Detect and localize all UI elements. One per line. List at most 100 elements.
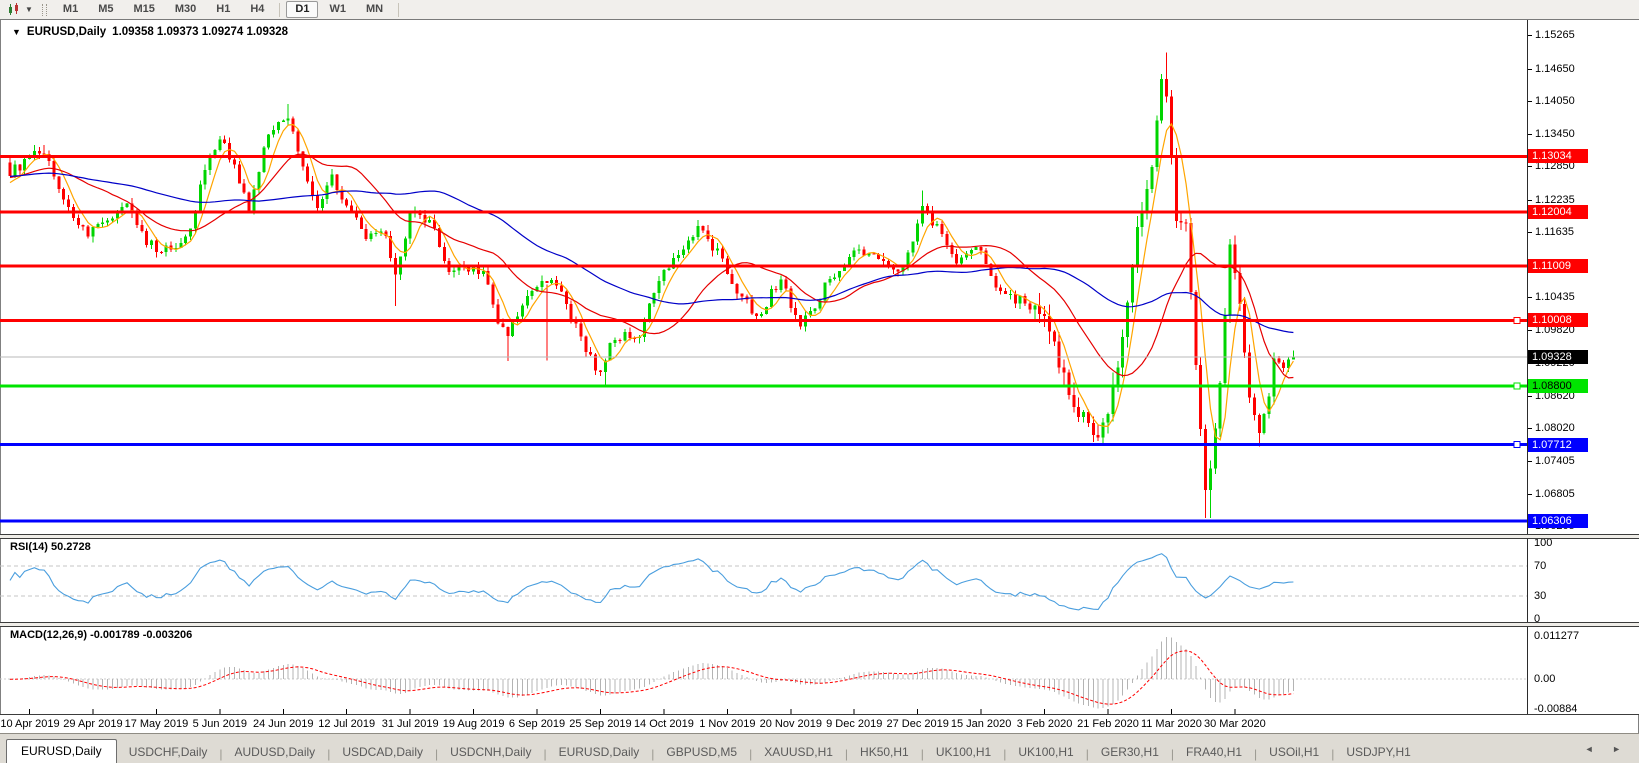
candle-body — [1053, 332, 1056, 342]
price-line-label[interactable]: 1.10008 — [1528, 313, 1588, 327]
candle-body — [194, 211, 197, 228]
candle-body — [13, 165, 16, 176]
candle-body — [780, 280, 783, 291]
candle-body — [599, 371, 602, 373]
candle-body — [1253, 398, 1256, 415]
panel-separator-rsi-macd[interactable] — [0, 622, 1639, 627]
timeframe-button-w1[interactable]: W1 — [320, 1, 355, 18]
candle-body — [628, 332, 631, 338]
candle-body — [570, 304, 573, 319]
candle-body — [521, 306, 524, 317]
candlestick-icon — [7, 3, 23, 16]
candle-body — [794, 308, 797, 315]
price-line-label[interactable]: 1.08800 — [1528, 379, 1588, 393]
price-axis: 1.152651.146501.140501.134501.128501.122… — [1527, 20, 1639, 714]
timeframe-button-h4[interactable]: H4 — [241, 1, 273, 18]
chart-tab-hk50-h1[interactable]: HK50,H1 — [848, 742, 921, 763]
chart-tab-uk100-h1[interactable]: UK100,H1 — [924, 742, 1003, 763]
chart-tab-ger30-h1[interactable]: GER30,H1 — [1089, 742, 1171, 763]
candle-body — [662, 270, 665, 281]
candle-body — [350, 205, 353, 210]
line-drag-handle[interactable] — [1514, 383, 1520, 389]
candle-body — [1077, 407, 1080, 417]
chart-tab-audusd-daily[interactable]: AUDUSD,Daily — [223, 742, 328, 763]
candle-body — [106, 220, 109, 222]
candle-body — [1199, 365, 1202, 429]
chart-tab-usdchf-daily[interactable]: USDCHF,Daily — [117, 742, 220, 763]
candle-body — [1155, 120, 1158, 166]
candle-body — [409, 212, 412, 238]
candle-body — [1160, 79, 1163, 120]
price-line-label[interactable]: 1.06306 — [1528, 514, 1588, 528]
chart-tab-usdcnh-daily[interactable]: USDCNH,Daily — [438, 742, 543, 763]
candle-body — [838, 271, 841, 278]
panel-separator-main-rsi[interactable] — [0, 534, 1639, 539]
chart-periods-icon[interactable]: ▼ — [4, 2, 36, 18]
line-drag-handle[interactable] — [1514, 442, 1520, 448]
candle-body — [335, 174, 338, 190]
chart-tab-eurusd-daily[interactable]: EURUSD,Daily — [547, 742, 652, 763]
candle-body — [1043, 314, 1046, 316]
timeframe-button-m15[interactable]: M15 — [124, 1, 163, 18]
candle-body — [428, 220, 431, 222]
candle-body — [277, 122, 280, 130]
chart-tab-uk100-h1[interactable]: UK100,H1 — [1006, 742, 1085, 763]
candle-body — [218, 140, 221, 150]
candle-body — [321, 199, 324, 208]
chart-tab-xauusd-h1[interactable]: XAUUSD,H1 — [752, 742, 845, 763]
chart-menu-triangle-icon[interactable]: ▼ — [12, 27, 21, 37]
timeframe-button-h1[interactable]: H1 — [207, 1, 239, 18]
line-drag-handle[interactable] — [1514, 317, 1520, 323]
price-line-label[interactable]: 1.07712 — [1528, 438, 1588, 452]
candle-body — [697, 226, 700, 237]
candle-body — [501, 323, 504, 327]
timeframe-button-d1[interactable]: D1 — [286, 1, 318, 18]
candle-body — [160, 252, 163, 253]
terminal-screen: ▼ M1M5M15M30H1H4 D1W1MN ▼ EURUSD,Daily 1… — [0, 0, 1639, 763]
candle-body — [262, 147, 265, 172]
candle-body — [375, 233, 378, 234]
candle-body — [955, 254, 958, 263]
candle-body — [1058, 341, 1061, 367]
timeframe-button-m1[interactable]: M1 — [54, 1, 87, 18]
price-tick-label: 1.14650 — [1528, 63, 1575, 76]
price-line-label[interactable]: 1.12004 — [1528, 205, 1588, 219]
candle-body — [658, 281, 661, 293]
timeframe-button-mn[interactable]: MN — [357, 1, 392, 18]
timeframe-button-m30[interactable]: M30 — [166, 1, 205, 18]
chart-plot-area[interactable] — [0, 20, 1527, 714]
candle-body — [1111, 385, 1114, 414]
price-tick-label: 1.13450 — [1528, 128, 1575, 141]
candle-body — [360, 218, 363, 229]
candle-body — [1116, 368, 1119, 385]
chart-tab-eurusd-daily[interactable]: EURUSD,Daily — [6, 739, 117, 763]
chart-tab-usdjpy-h1[interactable]: USDJPY,H1 — [1334, 742, 1422, 763]
chart-tab-usdcad-daily[interactable]: USDCAD,Daily — [330, 742, 435, 763]
rsi-axis-label: 70 — [1534, 560, 1546, 573]
candle-body — [23, 159, 26, 170]
rsi-axis-label: 30 — [1534, 590, 1546, 603]
candle-body — [126, 204, 129, 207]
candle-body — [404, 238, 407, 256]
price-line-label[interactable]: 1.13034 — [1528, 149, 1588, 163]
candle-body — [701, 226, 704, 231]
timeframe-button-m5[interactable]: M5 — [89, 1, 122, 18]
chart-tab-gbpusd-m5[interactable]: GBPUSD,M5 — [654, 742, 749, 763]
panel-separator-macd-dates — [0, 714, 1639, 715]
candle-body — [1004, 291, 1007, 294]
price-tick-label: 1.14050 — [1528, 95, 1575, 108]
chart-tab-usoil-h1[interactable]: USOil,H1 — [1257, 742, 1331, 763]
price-line-label[interactable]: 1.11009 — [1528, 259, 1588, 273]
candle-body — [731, 274, 734, 284]
candle-body — [1238, 273, 1241, 304]
candle-body — [623, 332, 626, 340]
sma-fast-line — [10, 124, 1293, 440]
candle-body — [209, 156, 212, 170]
candle-body — [970, 250, 973, 253]
candle-body — [1009, 294, 1012, 295]
candle-body — [1028, 303, 1031, 309]
tab-scroll-arrows[interactable]: ◄ ► — [1585, 744, 1629, 754]
candle-body — [189, 229, 192, 237]
chart-tab-fra40-h1[interactable]: FRA40,H1 — [1174, 742, 1254, 763]
candle-body — [1063, 368, 1066, 373]
